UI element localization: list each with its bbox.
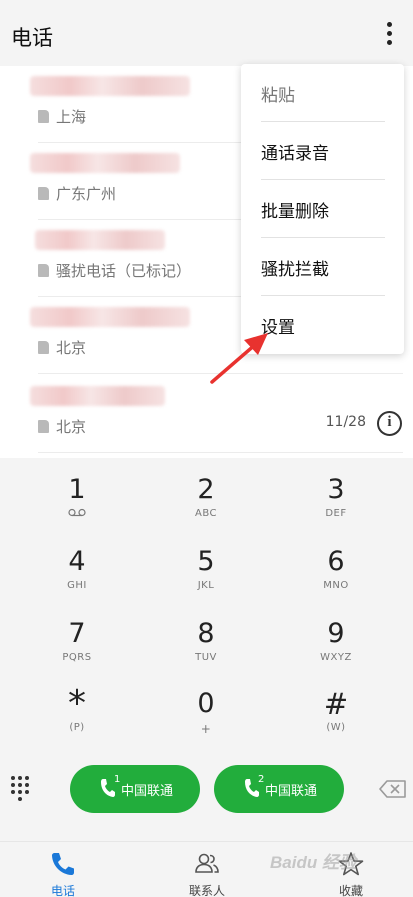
key-letters: PQRS <box>62 652 92 663</box>
key-digit: 3 <box>327 474 345 505</box>
key-digit: * <box>68 683 86 724</box>
key-digit: 7 <box>68 618 86 649</box>
dial-key-7[interactable]: 7 PQRS <box>17 618 137 688</box>
sim-number: 1 <box>114 774 121 785</box>
key-letters: (P) <box>69 722 85 733</box>
nav-label: 电话 <box>50 884 75 897</box>
key-letters: MNO <box>323 580 349 591</box>
key-letters: TUV <box>195 652 217 663</box>
key-digit: 6 <box>327 546 345 577</box>
call-button-sim2[interactable]: 2 中国联通 <box>214 765 344 813</box>
dial-key-0[interactable]: 0 + <box>146 688 266 758</box>
key-digit: 1 <box>68 474 86 505</box>
dial-key-4[interactable]: 4 GHI <box>17 546 137 616</box>
dial-key-5[interactable]: 5 JKL <box>146 546 266 616</box>
nav-item-contacts[interactable]: 联系人 <box>147 842 267 897</box>
phone-icon <box>52 853 74 875</box>
watermark: Baidu 经验 <box>270 853 356 872</box>
key-letters: (W) <box>326 722 346 733</box>
backspace-icon[interactable] <box>379 779 407 799</box>
key-digit: 5 <box>197 546 215 577</box>
nav-label: 收藏 <box>338 884 363 897</box>
key-digit: # <box>323 687 349 721</box>
key-letters: ABC <box>194 508 217 519</box>
dial-key-hash[interactable]: # (W) <box>276 688 396 758</box>
nav-item-phone[interactable]: 电话 <box>3 842 123 897</box>
key-letters: GHI <box>67 580 87 591</box>
dial-key-1[interactable]: 1 <box>17 474 137 544</box>
key-digit: 4 <box>68 546 86 577</box>
key-letters: + <box>200 722 212 736</box>
dial-key-9[interactable]: 9 WXYZ <box>276 618 396 688</box>
key-letters: JKL <box>197 580 215 591</box>
dial-key-star[interactable]: * (P) <box>17 683 137 758</box>
dial-key-2[interactable]: 2 ABC <box>146 474 266 544</box>
key-letters: WXYZ <box>320 652 352 663</box>
dial-key-6[interactable]: 6 MNO <box>276 546 396 616</box>
dial-key-8[interactable]: 8 TUV <box>146 618 266 688</box>
key-digit: 0 <box>197 688 215 719</box>
dialpad-toggle-icon[interactable] <box>11 776 31 801</box>
dial-key-3[interactable]: 3 DEF <box>276 474 396 544</box>
carrier-label: 中国联通 <box>121 784 174 799</box>
key-digit: 8 <box>197 618 215 649</box>
key-digit: 2 <box>197 474 215 505</box>
contacts-icon <box>195 853 219 873</box>
voicemail-icon <box>17 508 137 520</box>
nav-label: 联系人 <box>188 884 225 897</box>
sim-number: 2 <box>258 774 265 785</box>
carrier-label: 中国联通 <box>265 784 318 799</box>
key-letters: DEF <box>325 508 347 519</box>
key-digit: 9 <box>327 618 345 649</box>
call-button-sim1[interactable]: 1 中国联通 <box>70 765 200 813</box>
